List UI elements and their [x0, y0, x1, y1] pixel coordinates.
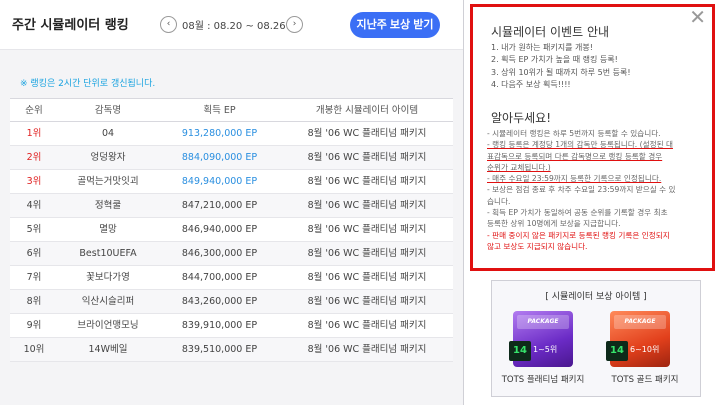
- refresh-notice: ※ 랭킹은 2시간 단위로 갱신됩니다.: [20, 79, 156, 89]
- table-row: 5위 멸망 846,940,000 EP 8월 '06 WC 플래티넘 패키지: [10, 218, 453, 242]
- gold-package-image: PACKAGE 14 6~10위: [606, 311, 670, 367]
- next-week-button[interactable]: ›: [286, 16, 303, 33]
- rank-cell: 8위: [26, 296, 42, 307]
- ranking-header: 주간 시뮬레이터 랭킹 ‹ 08월 : 08.20 ~ 08.26 › 지난주 …: [0, 0, 463, 50]
- table-row: 6위 Best10UEFA 846,300,000 EP 8월 '06 WC 플…: [10, 242, 453, 266]
- column-header-rank: 순위: [25, 105, 43, 116]
- ranking-table: 순위 감독명 획득 EP 개봉한 시뮬레이터 아이템 1위 04 913,280…: [10, 98, 453, 362]
- item-cell: 8월 '06 WC 플래티넘 패키지: [307, 320, 427, 331]
- table-row: 4위 정혁쿨 847,210,000 EP 8월 '06 WC 플래티넘 패키지: [10, 194, 453, 218]
- ep-cell: 843,260,000 EP: [181, 296, 258, 307]
- rank-cell: 3위: [26, 176, 42, 187]
- pack-name: TOTS 플래티넘 패키지: [501, 375, 585, 385]
- rank-cell: 1위: [26, 128, 42, 139]
- note-line: 등록한 상위 10명에게 보상을 지급합니다.: [487, 219, 621, 229]
- item-cell: 8월 '06 WC 플래티넘 패키지: [307, 152, 427, 163]
- item-cell: 8월 '06 WC 플래티넘 패키지: [307, 248, 427, 259]
- event-title: 시뮬레이터 이벤트 안내: [491, 25, 610, 39]
- event-step: 3. 상위 10위가 될 때까지 하루 5번 등록!: [491, 67, 631, 77]
- note-line: 순위가 교체됩니다.): [487, 162, 551, 172]
- ep-cell: 839,910,000 EP: [181, 320, 258, 331]
- column-header-manager: 감독명: [94, 105, 122, 116]
- manager-cell: 꽃보다가영: [86, 272, 130, 283]
- ep-cell: 846,940,000 EP: [181, 224, 258, 235]
- note-line: 않고 보상도 지급되지 않습니다.: [487, 241, 588, 251]
- item-cell: 8월 '06 WC 플래티넘 패키지: [307, 272, 427, 283]
- note-line: - 판매 중이지 않은 패키지로 등록된 랭킹 기록은 인정되지: [487, 230, 670, 240]
- note-line: - 매주 수요일 23:59까지 등록한 기록으로 인정됩니다.: [487, 174, 662, 184]
- pack-rank-label: 6~10위: [630, 345, 660, 354]
- rank-cell: 7위: [26, 272, 42, 283]
- close-icon[interactable]: ✕: [689, 7, 706, 27]
- event-sidebar: ✕ 시뮬레이터 이벤트 안내 1. 내가 원하는 패키지를 개봉! 2. 획득 …: [464, 0, 720, 405]
- package-lid-text: PACKAGE: [517, 315, 569, 329]
- table-row: 9위 브라이언맹모닝 839,910,000 EP 8월 '06 WC 플래티넘…: [10, 314, 453, 338]
- column-header-item: 개봉한 시뮬레이터 아이템: [315, 105, 419, 116]
- table-row: 1위 04 913,280,000 EP 8월 '06 WC 플래티넘 패키지: [10, 122, 453, 146]
- item-cell: 8월 '06 WC 플래티넘 패키지: [307, 224, 427, 235]
- ep-cell: 913,280,000 EP: [181, 128, 258, 139]
- rank-cell: 2위: [26, 152, 42, 163]
- table-header: 순위 감독명 획득 EP 개봉한 시뮬레이터 아이템: [10, 98, 453, 122]
- note-line: - 시뮬레이터 랭킹은 하루 5번까지 등록할 수 있습니다.: [487, 129, 661, 138]
- season-badge-icon: 14: [606, 341, 628, 361]
- event-steps: 1. 내가 원하는 패키지를 개봉! 2. 획득 EP 가치가 높을 때 랭킹 …: [491, 42, 631, 91]
- event-step: 1. 내가 원하는 패키지를 개봉!: [491, 43, 593, 52]
- note-line: 표감독으로 등록되며 다른 감독명으로 랭킹 등록할 경우: [487, 151, 663, 161]
- prev-week-button[interactable]: ‹: [160, 16, 177, 33]
- event-notes: - 시뮬레이터 랭킹은 하루 5번까지 등록할 수 있습니다. - 랭킹 등록은…: [487, 128, 709, 252]
- ranking-panel: 주간 시뮬레이터 랭킹 ‹ 08월 : 08.20 ~ 08.26 › 지난주 …: [0, 0, 463, 405]
- reward-heading: [ 시뮬레이터 보상 아이템 ]: [545, 292, 647, 302]
- manager-cell: 엉덩왕자: [90, 152, 126, 163]
- rank-cell: 9위: [26, 320, 42, 331]
- rank-cell: 10위: [23, 344, 45, 355]
- event-step: 4. 다음주 보상 획득!!!!: [491, 79, 571, 89]
- ep-cell: 849,940,000 EP: [181, 176, 258, 187]
- item-cell: 8월 '06 WC 플래티넘 패키지: [307, 128, 427, 139]
- table-row: 7위 꽃보다가영 844,700,000 EP 8월 '06 WC 플래티넘 패…: [10, 266, 453, 290]
- season-badge-icon: 14: [509, 341, 531, 361]
- manager-cell: 정혁쿨: [94, 200, 122, 211]
- rank-cell: 5위: [26, 224, 42, 235]
- column-header-ep: 획득 EP: [203, 105, 236, 116]
- manager-cell: 골먹는거맛잇괴: [77, 176, 139, 187]
- note-line: - 획득 EP 가치가 동일하여 공동 순위를 기록할 경우 최초: [487, 208, 668, 218]
- package-lid-text: PACKAGE: [614, 315, 666, 329]
- manager-cell: 14W베일: [88, 344, 128, 355]
- note-line: 습니다.: [487, 196, 511, 206]
- manager-cell: 익산시슬리퍼: [81, 296, 135, 307]
- event-step: 2. 획득 EP 가치가 높을 때 랭킹 등록!: [491, 55, 618, 65]
- reward-items-panel: [ 시뮬레이터 보상 아이템 ] PACKAGE 14 1~5위 PACKAGE…: [491, 280, 701, 397]
- manager-cell: 브라이언맹모닝: [77, 320, 139, 331]
- item-cell: 8월 '06 WC 플래티넘 패키지: [307, 200, 427, 211]
- event-info-box: ✕ 시뮬레이터 이벤트 안내 1. 내가 원하는 패키지를 개봉! 2. 획득 …: [470, 4, 715, 271]
- ep-cell: 844,700,000 EP: [181, 272, 258, 283]
- note-line: - 랭킹 등록은 계정당 1개의 감독만 등록됩니다. (설정된 대: [487, 140, 673, 150]
- pack-name: TOTS 골드 패키지: [611, 375, 679, 385]
- table-row: 10위 14W베일 839,510,000 EP 8월 '06 WC 플래티넘 …: [10, 338, 453, 362]
- item-cell: 8월 '06 WC 플래티넘 패키지: [307, 344, 427, 355]
- table-row: 3위 골먹는거맛잇괴 849,940,000 EP 8월 '06 WC 플래티넘…: [10, 170, 453, 194]
- platinum-package-image: PACKAGE 14 1~5위: [509, 311, 573, 367]
- ep-cell: 847,210,000 EP: [181, 200, 258, 211]
- manager-cell: 멸망: [99, 224, 117, 235]
- item-cell: 8월 '06 WC 플래티넘 패키지: [307, 296, 427, 307]
- ep-cell: 839,510,000 EP: [181, 344, 258, 355]
- date-range: 08월 : 08.20 ~ 08.26: [182, 21, 286, 32]
- table-row: 8위 익산시슬리퍼 843,260,000 EP 8월 '06 WC 플래티넘 …: [10, 290, 453, 314]
- page-title: 주간 시뮬레이터 랭킹: [12, 18, 129, 33]
- manager-cell: 04: [101, 128, 115, 139]
- note-line: - 보상은 점검 종료 후 차주 수요일 23:59까지 받으실 수 있: [487, 185, 676, 195]
- manager-cell: Best10UEFA: [79, 248, 137, 259]
- rank-cell: 6위: [26, 248, 42, 259]
- ep-cell: 846,300,000 EP: [181, 248, 258, 259]
- item-cell: 8월 '06 WC 플래티넘 패키지: [307, 176, 427, 187]
- claim-reward-button[interactable]: 지난주 보상 받기: [350, 12, 440, 38]
- table-row: 2위 엉덩왕자 884,090,000 EP 8월 '06 WC 플래티넘 패키…: [10, 146, 453, 170]
- rank-cell: 4위: [26, 200, 42, 211]
- pack-rank-label: 1~5위: [533, 345, 558, 354]
- notice-title: 알아두세요!: [491, 111, 552, 125]
- ep-cell: 884,090,000 EP: [181, 152, 258, 163]
